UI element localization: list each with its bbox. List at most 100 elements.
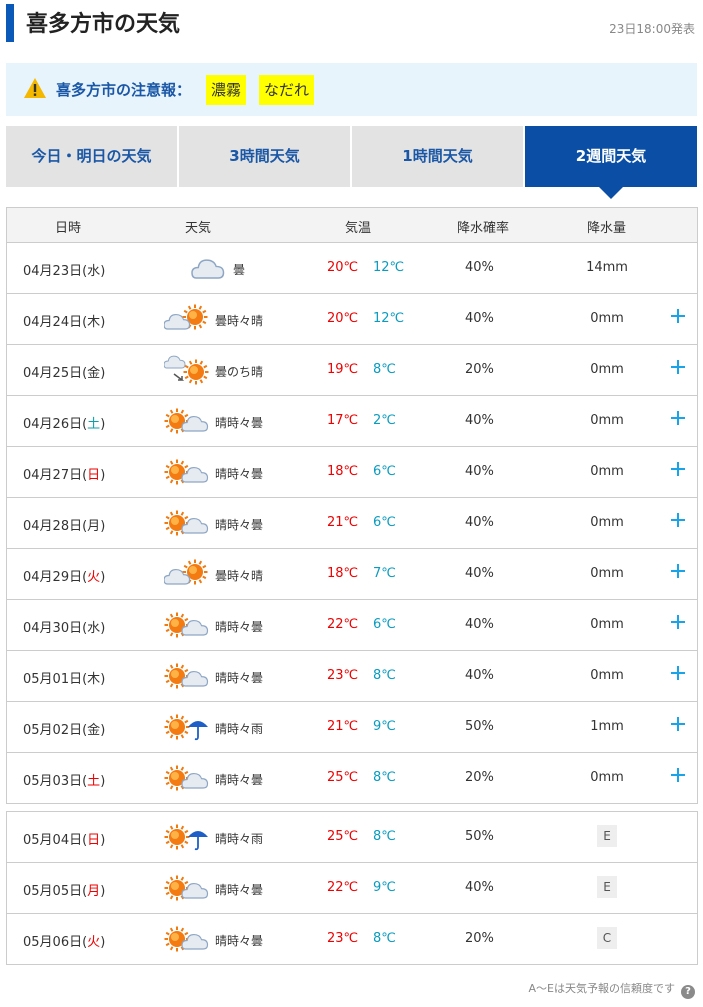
row-date-dow: 土	[87, 774, 101, 789]
sunny-sometimes-rain-icon	[164, 711, 210, 743]
row-weather: 晴時々雨	[215, 832, 264, 846]
cloudy-sometimes-sunny-icon	[163, 558, 210, 590]
row-date-dow: 日	[87, 468, 101, 483]
row-weather: 曇時々晴	[215, 569, 264, 583]
expand-plus-icon[interactable]	[667, 713, 689, 735]
advisory-banner: 喜多方市の注意報： 濃霧 なだれ	[6, 63, 697, 116]
row-date: 04月23日(水)	[23, 264, 106, 279]
tab-1hour[interactable]: 1時間天気	[352, 126, 523, 187]
row-weather: 晴時々曇	[215, 416, 264, 430]
tab-today-tomorrow[interactable]: 今日・明日の天気	[6, 126, 177, 187]
row-precip-prob: 40%	[465, 880, 494, 895]
row-precip-amount: 0mm	[590, 770, 624, 785]
row-date: 04月29日(火)	[23, 570, 106, 585]
row-date: 05月05日(月)	[23, 884, 106, 899]
table-header: 日時 天気 気温 降水確率 降水量	[7, 208, 697, 243]
table-row[interactable]: 04月26日(土) 晴時々曇 17℃ 2℃ 40% 0mm	[7, 396, 697, 447]
row-high-temp: 22℃	[327, 880, 359, 895]
row-weather: 曇時々晴	[215, 314, 264, 328]
row-date-dow: 日	[87, 833, 101, 848]
row-date: 05月01日(木)	[23, 672, 106, 687]
tab-2week-label: 2週間天気	[575, 147, 647, 165]
row-date-day: 04月30日	[23, 621, 83, 636]
row-precip-amount: 0mm	[590, 413, 624, 428]
advisory-tag-fog[interactable]: 濃霧	[206, 75, 247, 105]
advisory-label: 喜多方市の注意報：	[56, 81, 192, 99]
row-date-dow: 金	[87, 366, 101, 381]
row-low-temp: 8℃	[373, 668, 396, 683]
table-row[interactable]: 05月02日(金) 晴時々雨 21℃ 9℃ 50% 1mm	[7, 702, 697, 753]
table-row[interactable]: 05月01日(木) 晴時々曇 23℃ 8℃ 40% 0mm	[7, 651, 697, 702]
row-precip-prob: 50%	[465, 829, 494, 844]
table-row: 05月04日(日) 晴時々雨 25℃ 8℃ 50% E	[7, 812, 697, 863]
row-date-day: 05月06日	[23, 935, 83, 950]
row-precip-amount: 0mm	[590, 311, 624, 326]
tab-3hour[interactable]: 3時間天気	[179, 126, 350, 187]
row-low-temp: 9℃	[373, 880, 396, 895]
row-date-dow: 月	[87, 519, 101, 534]
table-row[interactable]: 04月27日(日) 晴時々曇 18℃ 6℃ 40% 0mm	[7, 447, 697, 498]
row-date: 05月06日(火)	[23, 935, 106, 950]
row-precip-amount: 0mm	[590, 464, 624, 479]
row-low-temp: 8℃	[373, 770, 396, 785]
expand-plus-icon[interactable]	[667, 662, 689, 684]
row-precip-prob: 40%	[465, 617, 494, 632]
expand-plus-icon[interactable]	[667, 356, 689, 378]
expand-plus-icon[interactable]	[667, 407, 689, 429]
advisory-tag-avalanche[interactable]: なだれ	[259, 75, 315, 105]
row-low-temp: 12℃	[373, 311, 405, 326]
row-date-dow: 土	[87, 417, 101, 432]
row-precip-prob: 40%	[465, 413, 494, 428]
row-date-day: 04月28日	[23, 519, 83, 534]
tab-2week[interactable]: 2週間天気	[525, 126, 697, 199]
expand-plus-icon[interactable]	[667, 509, 689, 531]
table-row[interactable]: 04月25日(金) 曇のち晴 19℃ 8℃ 20% 0mm	[7, 345, 697, 396]
row-date-dow: 月	[87, 884, 101, 899]
row-high-temp: 23℃	[327, 931, 359, 946]
table-row[interactable]: 04月24日(木) 曇時々晴 20℃ 12℃ 40% 0mm	[7, 294, 697, 345]
active-tab-arrow	[599, 187, 623, 199]
cloudy-sometimes-sunny-icon	[163, 303, 210, 335]
table-row[interactable]: 04月30日(水) 晴時々曇 22℃ 6℃ 40% 0mm	[7, 600, 697, 651]
row-date: 05月02日(金)	[23, 723, 106, 738]
table-row[interactable]: 05月03日(土) 晴時々曇 25℃ 8℃ 20% 0mm	[7, 753, 697, 803]
table-row[interactable]: 04月29日(火) 曇時々晴 18℃ 7℃ 40% 0mm	[7, 549, 697, 600]
row-reliability-badge: E	[597, 825, 617, 847]
reliability-note: A〜Eは天気予報の信頼度です?	[529, 980, 695, 999]
row-precip-prob: 20%	[465, 362, 494, 377]
row-precip-amount: 0mm	[590, 668, 624, 683]
row-date-day: 05月01日	[23, 672, 83, 687]
row-low-temp: 7℃	[373, 566, 396, 581]
header-precip-amount: 降水量	[587, 221, 627, 236]
expand-plus-icon[interactable]	[667, 611, 689, 633]
row-low-temp: 12℃	[373, 260, 405, 275]
expand-plus-icon[interactable]	[667, 305, 689, 327]
table-row[interactable]: 04月23日(水) 曇 20℃ 12℃ 40% 14mm	[7, 243, 697, 294]
header-precip-prob: 降水確率	[457, 221, 510, 236]
row-weather: 曇のち晴	[215, 365, 264, 379]
row-date: 05月04日(日)	[23, 833, 106, 848]
row-low-temp: 6℃	[373, 464, 396, 479]
row-high-temp: 20℃	[327, 260, 359, 275]
row-date-dow: 木	[87, 672, 101, 687]
row-low-temp: 8℃	[373, 829, 396, 844]
table-row[interactable]: 04月28日(月) 晴時々曇 21℃ 6℃ 40% 0mm	[7, 498, 697, 549]
forecast-table-extended: 05月04日(日) 晴時々雨 25℃ 8℃ 50% E 05月05日(月) 晴時…	[6, 811, 698, 965]
row-precip-prob: 40%	[465, 668, 494, 683]
forecast-tabs: 今日・明日の天気 3時間天気 1時間天気 2週間天気	[6, 126, 697, 199]
row-precip-amount: 0mm	[590, 362, 624, 377]
expand-plus-icon[interactable]	[667, 458, 689, 480]
header-temp: 気温	[345, 221, 372, 236]
header-date: 日時	[55, 221, 82, 236]
row-weather: 晴時々曇	[215, 773, 264, 787]
row-date-dow: 火	[87, 935, 101, 950]
row-date-dow: 金	[87, 723, 101, 738]
row-low-temp: 8℃	[373, 362, 396, 377]
row-date-dow: 水	[87, 264, 101, 279]
help-icon[interactable]: ?	[681, 985, 695, 999]
expand-plus-icon[interactable]	[667, 764, 689, 786]
row-high-temp: 20℃	[327, 311, 359, 326]
row-precip-prob: 20%	[465, 770, 494, 785]
expand-plus-icon[interactable]	[667, 560, 689, 582]
row-precip-prob: 20%	[465, 931, 494, 946]
